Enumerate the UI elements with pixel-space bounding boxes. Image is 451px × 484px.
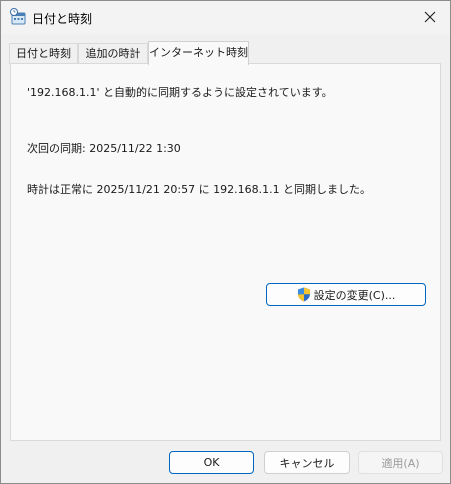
change-settings-label: 設定の変更(C)...: [313, 288, 396, 302]
window-title: 日付と時刻: [32, 12, 93, 26]
uac-shield-icon: [297, 287, 310, 302]
ok-button[interactable]: OK: [169, 451, 254, 474]
tab-additional-clocks[interactable]: 追加の時計: [78, 43, 148, 64]
cancel-button[interactable]: キャンセル: [264, 451, 350, 474]
close-button[interactable]: [410, 1, 450, 32]
internet-time-panel: '192.168.1.1' と自動的に同期するように設定されています。 次回の同…: [10, 63, 441, 441]
close-icon: [424, 11, 436, 22]
next-sync-text: 次回の同期: 2025/11/22 1:30: [27, 142, 181, 155]
title-bar: 日付と時刻: [1, 1, 450, 34]
last-sync-text: 時計は正常に 2025/11/21 20:57 に 192.168.1.1 と同…: [27, 183, 372, 196]
change-settings-button[interactable]: 設定の変更(C)...: [266, 283, 426, 306]
apply-button[interactable]: 適用(A): [358, 451, 443, 474]
tab-internet-time[interactable]: インターネット時刻: [148, 41, 249, 65]
tab-date-time[interactable]: 日付と時刻: [9, 43, 78, 64]
clock-calendar-icon: [10, 8, 26, 25]
date-time-dialog: 日付と時刻 日付と時刻 追加の時計 インターネット時刻 '192.168.1.1…: [0, 0, 451, 484]
sync-config-text: '192.168.1.1' と自動的に同期するように設定されています。: [27, 86, 333, 99]
